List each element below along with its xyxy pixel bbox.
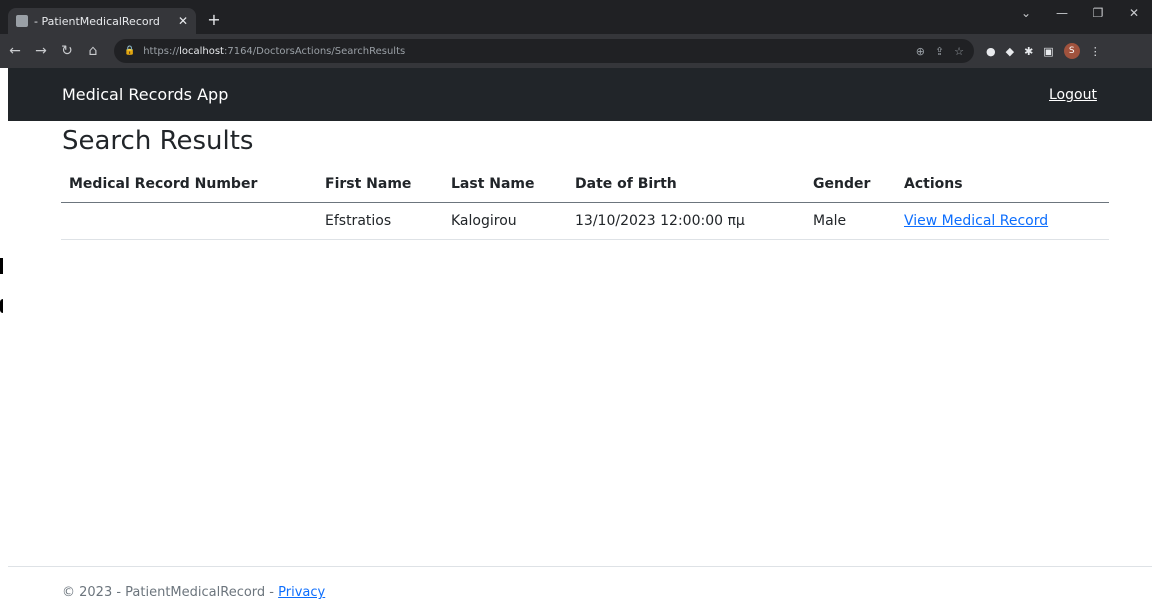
puzzle-extensions-icon[interactable]: ✱ — [1024, 45, 1033, 58]
forward-arrow-icon[interactable]: → — [30, 43, 52, 59]
side-panel-icon[interactable]: ▣ — [1043, 45, 1053, 58]
page-title: Search Results — [62, 126, 254, 156]
table-row: Efstratios Kalogirou 13/10/2023 12:00:00… — [61, 202, 1109, 240]
cell-last-name: Kalogirou — [443, 202, 567, 240]
stray-glyph — [0, 258, 3, 274]
url-host: localhost — [179, 45, 224, 57]
address-bar[interactable]: 🔒 https:// localhost :7164/DoctorsAction… — [114, 39, 974, 63]
stray-glyph — [0, 299, 3, 313]
url-path: :7164/DoctorsActions/SearchResults — [223, 45, 406, 57]
copyright-text: © 2023 - PatientMedicalRecord - — [62, 585, 279, 600]
cell-first-name: Efstratios — [317, 202, 443, 240]
extensions-area: ● ◆ ✱ ▣ S ⋮ — [986, 43, 1101, 59]
home-icon[interactable]: ⌂ — [82, 43, 104, 59]
reload-icon[interactable]: ↻ — [56, 43, 78, 59]
logout-link[interactable]: Logout — [1049, 87, 1097, 103]
close-tab-icon[interactable]: ✕ — [178, 14, 188, 28]
tab-title: - PatientMedicalRecord — [34, 14, 160, 28]
window-controls: ⌄ — ❐ ✕ — [1008, 6, 1152, 20]
table-header-row: Medical Record Number First Name Last Na… — [61, 166, 1109, 203]
extension-icon[interactable]: ● — [986, 45, 996, 58]
extension-icon[interactable]: ◆ — [1006, 45, 1014, 58]
page-favicon-icon — [16, 15, 28, 27]
url-prefix: https:// — [143, 45, 180, 57]
view-medical-record-link[interactable]: View Medical Record — [904, 213, 1048, 229]
footer: © 2023 - PatientMedicalRecord - Privacy — [8, 566, 1152, 604]
column-header-gender: Gender — [805, 166, 896, 203]
new-tab-button[interactable]: + — [204, 10, 224, 29]
lock-icon[interactable]: 🔒 — [124, 46, 135, 56]
tab-search-icon[interactable]: ⌄ — [1008, 6, 1044, 20]
close-window-icon[interactable]: ✕ — [1116, 6, 1152, 20]
back-arrow-icon[interactable]: ← — [4, 43, 26, 59]
column-header-date-of-birth: Date of Birth — [567, 166, 805, 203]
omnibox-icons: ⊕ ⇪ ☆ — [916, 45, 964, 58]
app-brand[interactable]: Medical Records App — [62, 85, 228, 104]
zoom-icon[interactable]: ⊕ — [916, 45, 925, 58]
profile-avatar[interactable]: S — [1063, 43, 1080, 59]
column-header-medical-record-number: Medical Record Number — [61, 166, 317, 203]
cell-actions: View Medical Record — [896, 202, 1109, 240]
footer-text: © 2023 - PatientMedicalRecord - Privacy — [62, 585, 325, 600]
share-icon[interactable]: ⇪ — [935, 45, 944, 58]
browser-toolbar: ← → ↻ ⌂ 🔒 https:// localhost :7164/Docto… — [0, 34, 1152, 68]
browser-tab[interactable]: - PatientMedicalRecord ✕ — [8, 8, 196, 34]
column-header-last-name: Last Name — [443, 166, 567, 203]
cell-date-of-birth: 13/10/2023 12:00:00 πμ — [567, 202, 805, 240]
bookmark-star-icon[interactable]: ☆ — [954, 45, 964, 58]
cell-medical-record-number — [61, 202, 317, 240]
privacy-link[interactable]: Privacy — [278, 585, 325, 600]
column-header-first-name: First Name — [317, 166, 443, 203]
cell-gender: Male — [805, 202, 896, 240]
app-navbar: Medical Records App Logout — [8, 68, 1152, 121]
browser-tab-strip: - PatientMedicalRecord ✕ + ⌄ — ❐ ✕ — [0, 0, 1152, 34]
minimize-icon[interactable]: — — [1044, 6, 1080, 20]
search-results-table: Medical Record Number First Name Last Na… — [61, 166, 1109, 240]
restore-icon[interactable]: ❐ — [1080, 6, 1116, 20]
column-header-actions: Actions — [896, 166, 1109, 203]
menu-kebab-icon[interactable]: ⋮ — [1090, 45, 1101, 58]
